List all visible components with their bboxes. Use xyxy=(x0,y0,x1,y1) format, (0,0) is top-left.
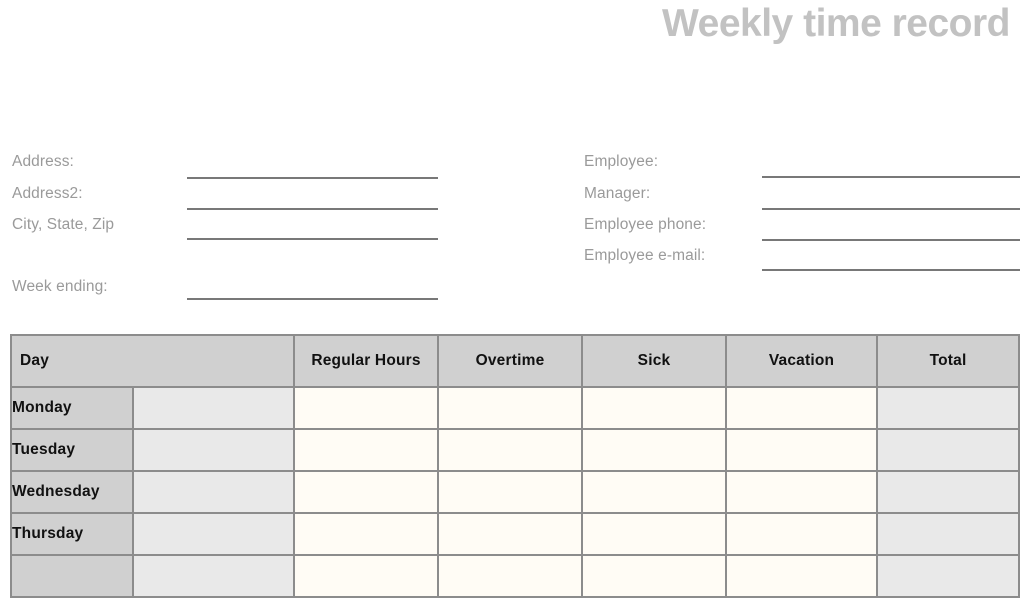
field-label-address2: Address2: xyxy=(12,185,83,202)
column-header-total: Total xyxy=(876,334,1021,388)
input-line-employee-phone[interactable] xyxy=(762,239,1020,241)
cell-regular-hours[interactable] xyxy=(293,554,440,598)
input-line-manager[interactable] xyxy=(762,208,1020,210)
cell-day-name: Tuesday xyxy=(10,428,134,472)
table-row: Wednesday xyxy=(10,470,1021,514)
cell-vacation[interactable] xyxy=(725,386,879,430)
cell-overtime[interactable] xyxy=(437,512,584,556)
cell-total xyxy=(876,386,1021,430)
form-area: Address: Address2: City, State, Zip Week… xyxy=(0,0,1024,330)
cell-overtime[interactable] xyxy=(437,428,584,472)
column-header-day: Day xyxy=(9,334,296,388)
cell-day-note[interactable] xyxy=(131,470,296,514)
field-label-address: Address: xyxy=(12,153,74,170)
table-row: Tuesday xyxy=(10,428,1021,472)
input-line-address2[interactable] xyxy=(187,208,438,210)
cell-regular-hours[interactable] xyxy=(293,386,440,430)
cell-day-name xyxy=(10,554,134,598)
cell-day-name: Thursday xyxy=(10,512,134,556)
table-header-row: Day Regular Hours Overtime Sick Vacation… xyxy=(9,334,1021,388)
column-header-overtime: Overtime xyxy=(437,334,584,388)
field-label-manager: Manager: xyxy=(584,185,651,202)
column-header-vacation: Vacation xyxy=(725,334,879,388)
cell-vacation[interactable] xyxy=(725,470,879,514)
cell-sick[interactable] xyxy=(581,428,728,472)
field-label-employee-phone: Employee phone: xyxy=(584,216,707,233)
cell-total xyxy=(876,512,1021,556)
time-record-table: Day Regular Hours Overtime Sick Vacation… xyxy=(9,334,1021,598)
field-label-week-ending: Week ending: xyxy=(12,278,108,295)
cell-overtime[interactable] xyxy=(437,470,584,514)
cell-overtime[interactable] xyxy=(437,386,584,430)
input-line-week-ending[interactable] xyxy=(187,298,438,300)
field-label-employee: Employee: xyxy=(584,153,659,170)
cell-overtime[interactable] xyxy=(437,554,584,598)
cell-sick[interactable] xyxy=(581,512,728,556)
cell-day-note[interactable] xyxy=(131,554,296,598)
input-line-employee[interactable] xyxy=(762,176,1020,178)
cell-total xyxy=(876,470,1021,514)
cell-vacation[interactable] xyxy=(725,428,879,472)
table-row: Monday xyxy=(10,386,1021,430)
cell-sick[interactable] xyxy=(581,470,728,514)
table-row: Thursday xyxy=(10,512,1021,556)
column-header-sick: Sick xyxy=(581,334,728,388)
cell-day-name: Wednesday xyxy=(10,470,134,514)
field-label-city-state-zip: City, State, Zip xyxy=(12,216,115,233)
cell-day-note[interactable] xyxy=(131,386,296,430)
cell-regular-hours[interactable] xyxy=(293,512,440,556)
input-line-city-state-zip[interactable] xyxy=(187,238,438,240)
table-row xyxy=(10,554,1021,598)
cell-regular-hours[interactable] xyxy=(293,470,440,514)
input-line-employee-email[interactable] xyxy=(762,269,1020,271)
cell-day-note[interactable] xyxy=(131,428,296,472)
cell-vacation[interactable] xyxy=(725,554,879,598)
field-label-employee-email: Employee e-mail: xyxy=(584,247,706,264)
cell-sick[interactable] xyxy=(581,386,728,430)
cell-total xyxy=(876,428,1021,472)
input-line-address[interactable] xyxy=(187,177,438,179)
column-header-regular-hours: Regular Hours xyxy=(293,334,440,388)
table-body: Monday Tuesday Wednesday Thursday xyxy=(10,386,1021,598)
cell-total xyxy=(876,554,1021,598)
cell-day-name: Monday xyxy=(10,386,134,430)
cell-day-note[interactable] xyxy=(131,512,296,556)
cell-sick[interactable] xyxy=(581,554,728,598)
cell-regular-hours[interactable] xyxy=(293,428,440,472)
cell-vacation[interactable] xyxy=(725,512,879,556)
